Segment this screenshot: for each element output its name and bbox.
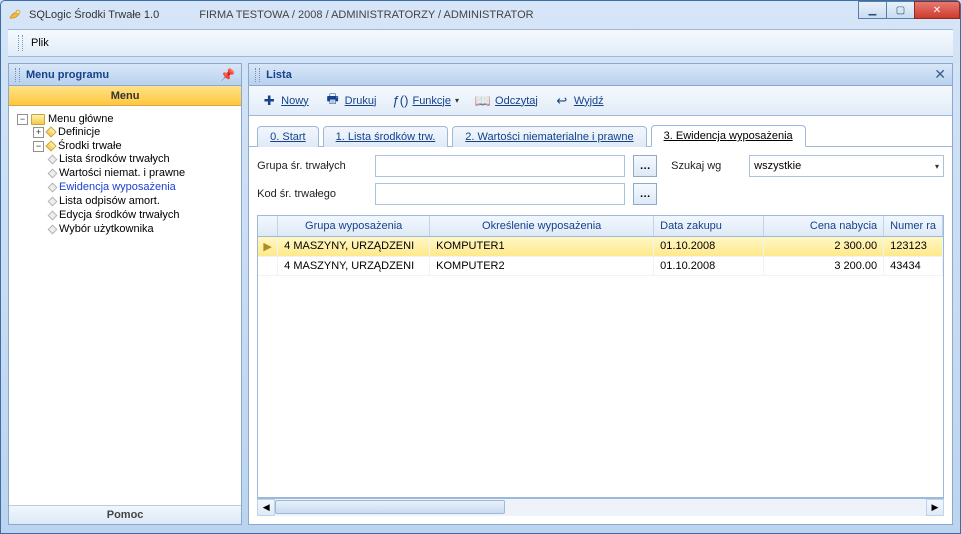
scroll-thumb[interactable] [275,500,505,514]
maximize-button[interactable]: ▢ [886,1,914,19]
tree-item[interactable]: Wybór użytkownika [49,223,237,235]
kod-input[interactable] [375,183,625,205]
diamond-icon [45,140,56,151]
tab-ewidencja[interactable]: 3. Ewidencja wyposażenia [651,125,806,147]
chevron-down-icon: ▾ [455,96,459,105]
menu-file[interactable]: Plik [31,37,49,49]
col-data[interactable]: Data zakupu [654,216,764,236]
diamond-icon [48,182,58,192]
chevron-down-icon: ▾ [935,162,939,171]
scroll-left-button[interactable]: ◀ [257,499,275,516]
titlebar: SQLogic Środki Trwałe 1.0 FIRMA TESTOWA … [1,1,960,29]
col-cena[interactable]: Cena nabycia [764,216,884,236]
scroll-right-button[interactable]: ▶ [926,499,944,516]
grupa-picker-button[interactable]: … [633,155,657,177]
tab-wartosci[interactable]: 2. Wartości niematerialne i prawne [452,126,646,147]
grid-body: ▶ 4 MASZYNY, URZĄDZENI KOMPUTER1 01.10.2… [258,237,943,497]
sidebar-tab-help[interactable]: Pomoc [9,505,241,524]
expand-icon[interactable]: + [33,127,44,138]
main-title: Lista [266,69,292,81]
book-icon: 📖 [475,93,491,109]
tree-item-selected[interactable]: Ewidencja wyposażenia [49,181,237,193]
col-indicator[interactable] [258,216,278,236]
diamond-icon [48,154,58,164]
app-logo-icon [7,7,23,23]
tree-definicje[interactable]: + Definicje [33,126,237,138]
tree-root[interactable]: − Menu główne [17,113,237,125]
pin-icon[interactable]: 📌 [220,68,235,82]
grip-icon [15,68,20,82]
row-indicator-icon: ▶ [258,237,278,256]
tab-start[interactable]: 0. Start [257,126,318,147]
kod-picker-button[interactable]: … [633,183,657,205]
toolbar: ✚Nowy 🖶Drukuj ƒ()Funkcje▾ 📖Odczytaj ↩Wyj… [249,86,952,116]
col-okreslenie[interactable]: Określenie wyposażenia [430,216,654,236]
menubar: Plik [8,29,953,57]
diamond-icon [48,196,58,206]
nav-tree: − Menu główne + Definicje [9,106,241,505]
col-grupa[interactable]: Grupa wyposażenia [278,216,430,236]
tree-item[interactable]: Lista odpisów amort. [49,195,237,207]
data-grid: Grupa wyposażenia Określenie wyposażenia… [257,215,944,498]
collapse-icon[interactable]: − [17,114,28,125]
diamond-icon [48,224,58,234]
tab-lista[interactable]: 1. Lista środków trw. [323,126,449,147]
app-context: FIRMA TESTOWA / 2008 / ADMINISTRATORZY /… [199,9,533,21]
label-szukaj: Szukaj wg [671,160,741,172]
grid-header: Grupa wyposażenia Określenie wyposażenia… [258,216,943,237]
label-grupa: Grupa śr. trwałych [257,160,367,172]
table-row[interactable]: ▶ 4 MASZYNY, URZĄDZENI KOMPUTER1 01.10.2… [258,237,943,257]
function-icon: ƒ() [392,93,408,109]
sidebar-tab-menu[interactable]: Menu [9,86,241,106]
new-button[interactable]: ✚Nowy [255,91,315,111]
app-title: SQLogic Środki Trwałe 1.0 [29,9,159,21]
main-panel: Lista ✕ ✚Nowy 🖶Drukuj ƒ()Funkcje▾ 📖Odczy… [248,63,953,525]
new-icon: ✚ [261,93,277,109]
print-button[interactable]: 🖶Drukuj [319,91,383,111]
tree-item[interactable]: Wartości niemat. i prawne [49,167,237,179]
horizontal-scrollbar[interactable]: ◀ ▶ [257,498,944,516]
exit-button[interactable]: ↩Wyjdź [548,91,610,111]
tabs: 0. Start 1. Lista środków trw. 2. Wartoś… [249,116,952,147]
diamond-icon [48,168,58,178]
table-row[interactable]: 4 MASZYNY, URZĄDZENI KOMPUTER2 01.10.200… [258,257,943,276]
sidebar-panel: Menu programu 📌 Menu − Menu główne [8,63,242,525]
sidebar-title: Menu programu [26,69,109,81]
exit-icon: ↩ [554,93,570,109]
close-button[interactable]: ✕ [914,1,960,19]
minimize-button[interactable]: ▁ [858,1,886,19]
label-kod: Kod śr. trwałego [257,188,367,200]
tree-item[interactable]: Lista środków trwałych [49,153,237,165]
grip-icon [255,68,260,82]
filter-form: Grupa śr. trwałych … Szukaj wg wszystkie… [249,147,952,209]
panel-close-icon[interactable]: ✕ [934,66,946,83]
tree-srodki[interactable]: − Środki trwałe [33,140,237,152]
diamond-icon [48,210,58,220]
folder-icon [31,114,45,125]
szukaj-combo[interactable]: wszystkie▾ [749,155,944,177]
collapse-icon[interactable]: − [33,141,44,152]
tree-item[interactable]: Edycja środków trwałych [49,209,237,221]
print-icon: 🖶 [325,93,341,109]
functions-button[interactable]: ƒ()Funkcje▾ [386,91,465,111]
main-header: Lista ✕ [249,64,952,86]
col-numer[interactable]: Numer ra [884,216,943,236]
grip-icon [18,35,23,51]
diamond-icon [45,126,56,137]
grupa-input[interactable] [375,155,625,177]
sidebar-header: Menu programu 📌 [9,64,241,86]
read-button[interactable]: 📖Odczytaj [469,91,544,111]
